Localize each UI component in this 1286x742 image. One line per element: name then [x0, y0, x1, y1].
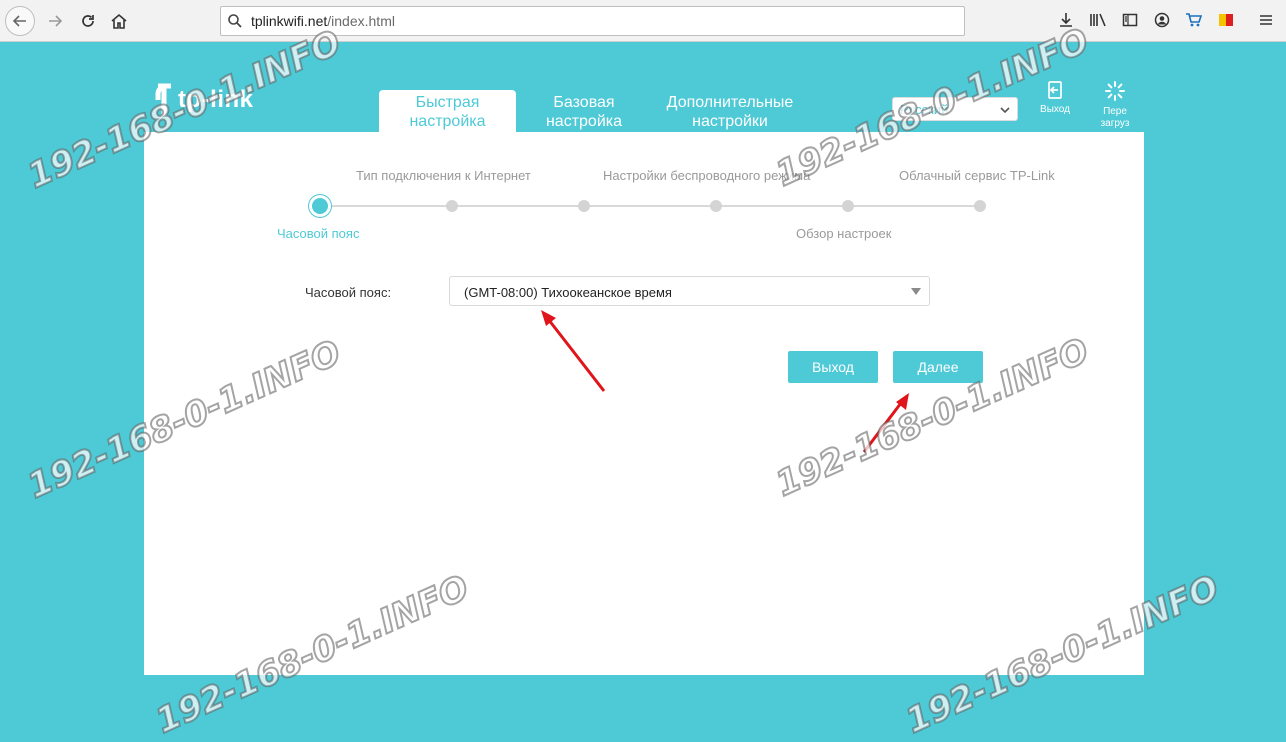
step-dot: [842, 200, 854, 212]
account-button[interactable]: [1152, 10, 1172, 30]
step-timezone: Часовой пояс: [277, 226, 360, 241]
account-icon: [1154, 12, 1170, 28]
reboot-button[interactable]: Пере загруз: [1094, 80, 1136, 130]
timezone-select[interactable]: (GMT-08:00) Тихоокеанское время: [449, 276, 930, 306]
chevron-down-icon: [1000, 107, 1010, 114]
reboot-label-line2: загруз: [1100, 118, 1130, 129]
timezone-label: Часовой пояс:: [305, 285, 392, 300]
reload-button[interactable]: [73, 6, 103, 36]
step-dot: [446, 200, 458, 212]
tplink-logo: tp-link: [148, 80, 254, 120]
download-icon: [1060, 13, 1072, 27]
tab-label-line1: Быстрая: [415, 94, 480, 111]
tab-label-line2: настройка: [409, 113, 486, 130]
step-connection-type: Тип подключения к Интернет: [356, 168, 531, 183]
tab-label-line2: настройка: [545, 113, 623, 130]
tplink-logo-icon: [155, 83, 171, 116]
sidebar-icon: [1122, 13, 1138, 27]
step-wireless: Настройки беспроводного режима: [603, 168, 811, 183]
progress-track: [320, 205, 980, 207]
language-value: Русский: [900, 102, 949, 117]
step-dot: [578, 200, 590, 212]
sidebar-button[interactable]: [1120, 10, 1140, 30]
step-dot-active: [312, 198, 328, 214]
tab-quick-setup[interactable]: Быстрая настройка: [379, 90, 516, 132]
exit-button[interactable]: Выход: [788, 351, 878, 383]
main-panel: [144, 132, 1144, 675]
next-button[interactable]: Далее: [893, 351, 983, 383]
url-host: tplinkwifi.net: [251, 13, 328, 29]
search-icon: [228, 14, 242, 28]
url-path: /index.html: [327, 13, 395, 29]
cart-button[interactable]: [1184, 10, 1204, 30]
step-dot: [974, 200, 986, 212]
extension-button[interactable]: [1216, 10, 1236, 30]
home-icon: [111, 13, 127, 29]
reboot-label-line1: Пере: [1103, 106, 1127, 117]
reload-icon: [82, 15, 94, 27]
url-text: tplinkwifi.net/index.html: [251, 13, 395, 29]
step-dot: [710, 200, 722, 212]
logout-label: Выход: [1040, 104, 1070, 115]
logout-button[interactable]: Выход: [1036, 80, 1074, 116]
hamburger-icon: [1260, 15, 1272, 25]
tab-basic[interactable]: Базовая настройка: [530, 90, 638, 132]
tab-label-line1: Базовая: [553, 94, 615, 111]
arrow-left-icon: [12, 15, 26, 27]
tab-advanced[interactable]: Дополнительные настройки: [652, 90, 808, 132]
arrow-right-icon: [49, 15, 63, 27]
tab-label-line2: настройки: [692, 113, 768, 130]
logo-text: tp-link: [178, 86, 254, 113]
reboot-spinner-icon: [1105, 81, 1125, 101]
address-bar[interactable]: tplinkwifi.net/index.html: [220, 6, 965, 36]
step-summary: Обзор настроек: [796, 226, 892, 241]
tab-label-line1: Дополнительные: [666, 94, 794, 111]
logout-icon: [1048, 81, 1062, 99]
library-button[interactable]: [1088, 10, 1108, 30]
caret-down-icon: [911, 288, 921, 295]
menu-button[interactable]: [1256, 10, 1276, 30]
cart-icon: [1186, 13, 1203, 27]
language-select[interactable]: Русский: [892, 97, 1018, 121]
back-button[interactable]: [5, 6, 35, 36]
library-icon: [1090, 13, 1106, 27]
browser-toolbar: tplinkwifi.net/index.html: [0, 0, 1286, 42]
downloads-button[interactable]: [1056, 10, 1076, 30]
step-cloud: Облачный сервис TP-Link: [899, 168, 1055, 183]
flag-icon: [1219, 14, 1233, 26]
timezone-value: (GMT-08:00) Тихоокеанское время: [464, 285, 672, 300]
home-button[interactable]: [104, 6, 134, 36]
forward-button[interactable]: [40, 6, 70, 36]
